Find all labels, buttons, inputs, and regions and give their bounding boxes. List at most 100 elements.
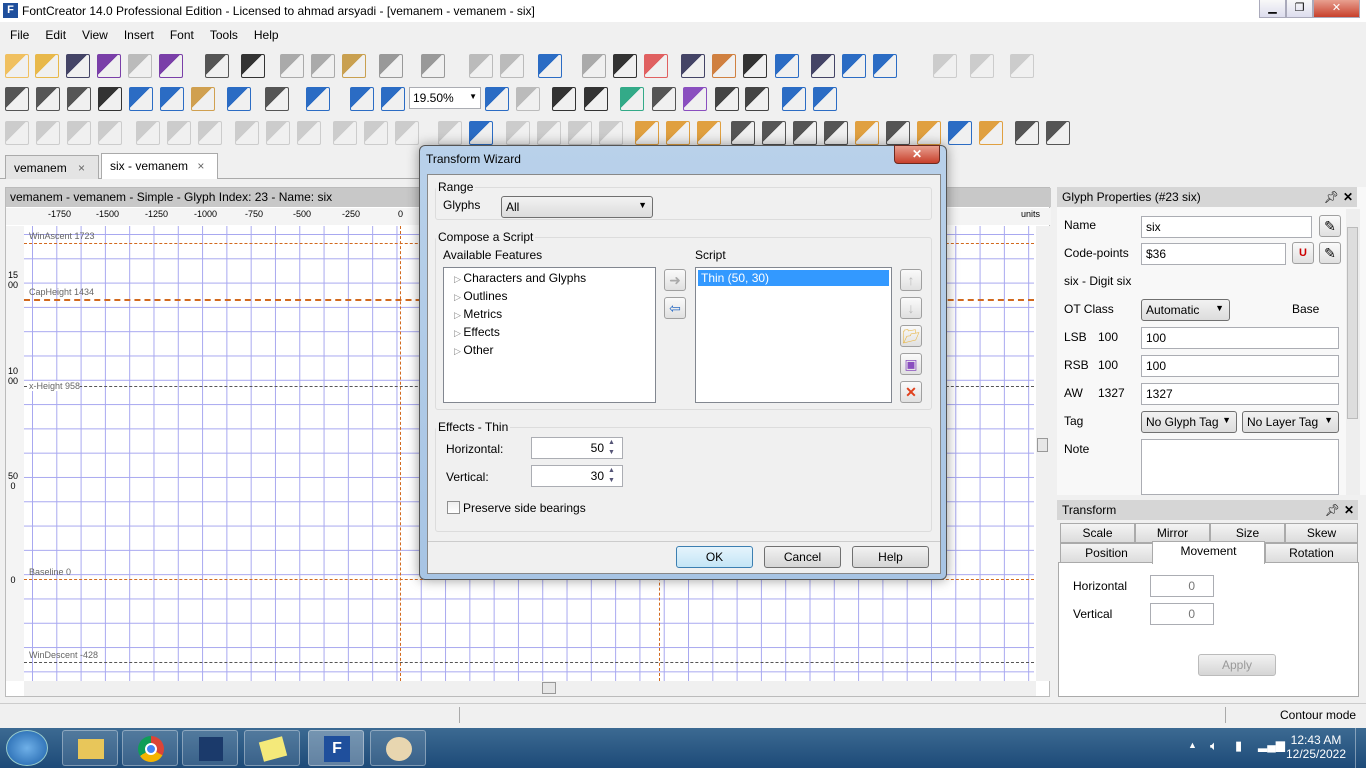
spinner-arrows-icon[interactable]: ▲ ▼: [608, 466, 615, 486]
t14-icon[interactable]: [438, 121, 462, 145]
help-button[interactable]: Help: [852, 546, 929, 568]
volume-icon[interactable]: 🔈︎: [1210, 738, 1218, 754]
show-hidden-icons[interactable]: ▲: [1188, 740, 1197, 750]
shape-1-icon[interactable]: [552, 87, 576, 111]
lasso-icon[interactable]: [36, 87, 60, 111]
document-icon[interactable]: [1010, 54, 1034, 78]
prev-icon[interactable]: [782, 87, 806, 111]
spinner-arrows-icon[interactable]: ▲ ▼: [608, 438, 615, 458]
tab-mirror[interactable]: Mirror: [1135, 523, 1210, 543]
taskbar-file-explorer[interactable]: [62, 730, 118, 766]
tab-movement[interactable]: Movement: [1152, 541, 1265, 564]
note-textarea[interactable]: [1141, 439, 1339, 495]
ellipse-icon[interactable]: [745, 87, 769, 111]
save-script-icon[interactable]: ▣: [900, 353, 922, 375]
open-icon[interactable]: [35, 54, 59, 78]
preserve-side-bearings-checkbox[interactable]: [447, 501, 460, 514]
t12-icon[interactable]: [364, 121, 388, 145]
scroll-thumb[interactable]: [1347, 227, 1358, 419]
zoom-tool-icon[interactable]: [227, 87, 251, 111]
grid-3-icon[interactable]: [793, 121, 817, 145]
rsb-field[interactable]: 100: [1141, 355, 1339, 377]
anchor-icon[interactable]: [948, 121, 972, 145]
insert-glyph-icon[interactable]: [469, 54, 493, 78]
export-icon[interactable]: [970, 54, 994, 78]
t4-icon[interactable]: [98, 121, 122, 145]
taskbar-chrome[interactable]: [122, 730, 178, 766]
grid-4-icon[interactable]: [824, 121, 848, 145]
nodes-icon[interactable]: [1015, 121, 1039, 145]
find-icon[interactable]: [241, 54, 265, 78]
open-script-folder-icon[interactable]: 📂︎: [900, 325, 922, 347]
t3-icon[interactable]: [67, 121, 91, 145]
zoom-in-icon[interactable]: [350, 87, 374, 111]
tab-size[interactable]: Size: [1210, 523, 1285, 543]
boolean-3-icon[interactable]: [697, 121, 721, 145]
menu-file[interactable]: File: [0, 24, 35, 42]
script-list[interactable]: Thin (50, 30): [695, 267, 892, 403]
menu-font[interactable]: Font: [160, 24, 200, 42]
pen-icon[interactable]: [160, 87, 184, 111]
fill-style-icon[interactable]: [265, 87, 289, 111]
tab-skew[interactable]: Skew: [1285, 523, 1358, 543]
zoom-out-icon[interactable]: [381, 87, 405, 111]
panel-scrollbar[interactable]: [1346, 209, 1360, 495]
lock-2-icon[interactable]: [917, 121, 941, 145]
glyphs-select[interactable]: All ▼: [501, 196, 653, 218]
undo-icon[interactable]: [379, 54, 403, 78]
text-tool-icon[interactable]: [98, 87, 122, 111]
delete-script-icon[interactable]: ✕: [900, 381, 922, 403]
t5-icon[interactable]: [136, 121, 160, 145]
close-panel-icon[interactable]: ✕: [1343, 190, 1353, 204]
t2-icon[interactable]: [36, 121, 60, 145]
move-up-icon[interactable]: ↑: [900, 269, 922, 291]
start-button[interactable]: [6, 730, 48, 766]
restore-button[interactable]: ❐: [1286, 0, 1313, 18]
t1-icon[interactable]: [5, 121, 29, 145]
t17-icon[interactable]: [537, 121, 561, 145]
ok-button[interactable]: OK: [676, 546, 753, 568]
node-view-icon[interactable]: [1046, 121, 1070, 145]
preview-icon[interactable]: [873, 54, 897, 78]
new-font-icon[interactable]: [5, 54, 29, 78]
tree-item-metrics[interactable]: ▷ Metrics: [454, 307, 502, 321]
fx-icon[interactable]: [613, 54, 637, 78]
close-panel-icon[interactable]: ✕: [1344, 503, 1354, 517]
t7-icon[interactable]: [198, 121, 222, 145]
tree-item-characters-and-glyphs[interactable]: ▷ Characters and Glyphs: [454, 271, 586, 285]
boolean-1-icon[interactable]: [635, 121, 659, 145]
next-icon[interactable]: [813, 87, 837, 111]
name-field[interactable]: six: [1141, 216, 1312, 238]
boolean-2-icon[interactable]: [666, 121, 690, 145]
font-preview-icon[interactable]: [66, 54, 90, 78]
pin-icon[interactable]: 📌︎: [1324, 190, 1339, 204]
scroll-thumb[interactable]: [542, 682, 556, 694]
codepoints-field[interactable]: $36: [1141, 243, 1286, 265]
redo-icon[interactable]: [421, 54, 445, 78]
power-icon[interactable]: ▮: [1235, 738, 1242, 754]
auto-name-wand-icon[interactable]: ✎: [1319, 215, 1341, 237]
pin-icon[interactable]: 📌︎: [1325, 503, 1340, 517]
select-rect-icon[interactable]: [5, 87, 29, 111]
measure-icon[interactable]: [129, 87, 153, 111]
zoom-combo[interactable]: 19.50% ▼: [409, 87, 481, 109]
t16-icon[interactable]: [506, 121, 530, 145]
t11-icon[interactable]: [333, 121, 357, 145]
add-to-script-arrow-icon[interactable]: ➜: [664, 269, 686, 291]
grid-5-icon[interactable]: [886, 121, 910, 145]
tab-scale[interactable]: Scale: [1060, 523, 1135, 543]
fit-icon[interactable]: [485, 87, 509, 111]
font-style-icon[interactable]: [306, 87, 330, 111]
glyph-tag-select[interactable]: No Glyph Tag ▼: [1141, 411, 1237, 433]
eraser-icon[interactable]: [644, 54, 668, 78]
move-down-icon[interactable]: ↓: [900, 297, 922, 319]
clock[interactable]: 12:43 AM 12/25/2022: [1283, 733, 1349, 761]
tree-item-outlines[interactable]: ▷ Outlines: [454, 289, 507, 303]
close-window-button[interactable]: ✕: [1313, 0, 1360, 18]
menu-tools[interactable]: Tools: [200, 24, 244, 42]
tree-item-other[interactable]: ▷ Other: [454, 343, 493, 357]
copy-icon[interactable]: [311, 54, 335, 78]
glyph-info-icon[interactable]: [811, 54, 835, 78]
paste-icon[interactable]: [342, 54, 366, 78]
origin-line[interactable]: [400, 226, 401, 681]
